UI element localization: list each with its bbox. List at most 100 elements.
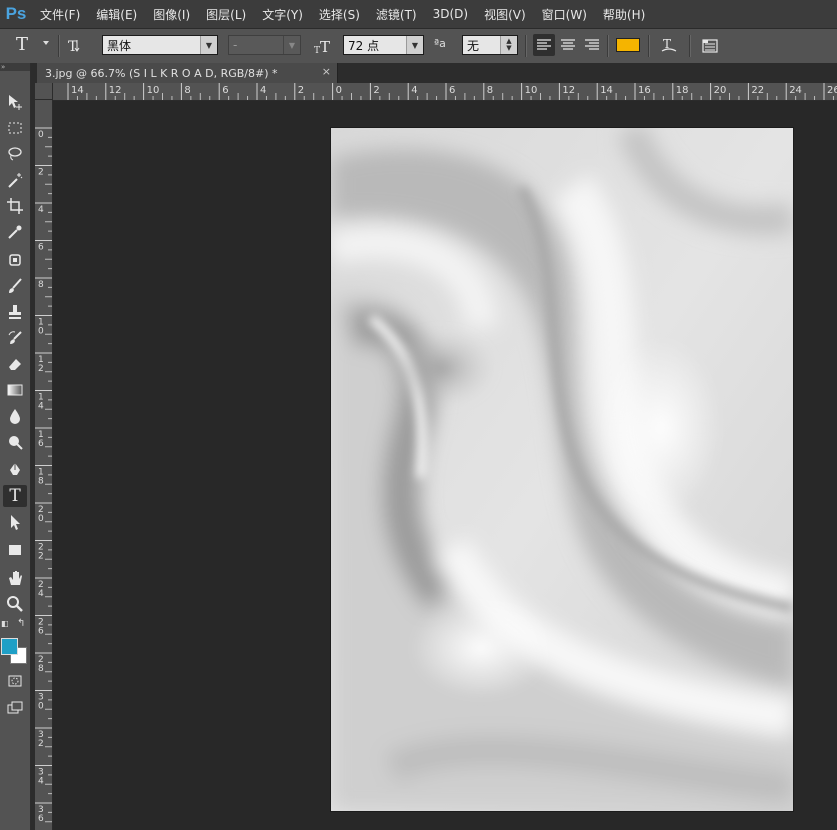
move-tool-icon[interactable] — [3, 91, 27, 113]
menu-file[interactable]: 文件(F) — [32, 6, 88, 23]
type-tool-preset-icon[interactable]: T — [16, 34, 28, 55]
menu-layer[interactable]: 图层(L) — [198, 6, 254, 23]
ruler-label: 4 — [411, 85, 417, 96]
ruler-label: 16 — [638, 85, 651, 96]
menu-view[interactable]: 视图(V) — [476, 6, 534, 23]
ruler-label: 18 — [676, 85, 689, 96]
ruler-label: 6 — [38, 439, 44, 449]
align-left-icon[interactable] — [533, 34, 555, 56]
options-separator — [648, 35, 650, 57]
lasso-tool-icon[interactable] — [3, 143, 27, 165]
document-tab-title: 3.jpg @ 66.7% (S I L K R O A D, RGB/8#) … — [45, 66, 278, 80]
menu-help[interactable]: 帮助(H) — [595, 6, 653, 23]
ruler-label: 4 — [38, 205, 44, 215]
ruler-label: 12 — [109, 85, 122, 96]
ruler-label: 14 — [71, 85, 84, 96]
horizontal-ruler-ticks: 141210864202468101214161820222426 — [67, 83, 837, 100]
menu-image[interactable]: 图像(I) — [145, 6, 198, 23]
svg-text:T: T — [314, 46, 320, 56]
font-family-value: 黑体 — [107, 38, 132, 53]
menu-type[interactable]: 文字(Y) — [254, 6, 311, 23]
align-center-icon[interactable] — [557, 34, 579, 56]
menu-edit[interactable]: 编辑(E) — [88, 6, 145, 23]
text-color-swatch[interactable] — [616, 38, 640, 52]
swap-colors-icon[interactable]: ↰ — [17, 618, 25, 629]
ruler-label: 20 — [714, 85, 727, 96]
ruler-label: 4 — [38, 777, 44, 787]
close-icon[interactable]: × — [322, 65, 331, 78]
marquee-tool-icon[interactable] — [3, 117, 27, 139]
zoom-tool-icon[interactable] — [3, 593, 27, 615]
menu-window[interactable]: 窗口(W) — [534, 6, 595, 23]
ruler-label: 8 — [38, 280, 44, 290]
menu-filter[interactable]: 滤镜(T) — [368, 6, 425, 23]
ruler-label: 2 — [298, 85, 304, 96]
document-tab[interactable]: 3.jpg @ 66.7% (S I L K R O A D, RGB/8#) … — [37, 63, 338, 83]
type-tool-icon[interactable]: T — [3, 485, 27, 507]
warp-text-icon[interactable]: T — [658, 34, 680, 56]
ruler-label: 6 — [38, 814, 44, 824]
menu-select[interactable]: 选择(S) — [311, 6, 368, 23]
document-image-silk[interactable] — [331, 128, 793, 811]
font-size-icon: TT — [314, 35, 336, 57]
eraser-tool-icon[interactable] — [3, 353, 27, 375]
antialias-icon: ªa — [434, 37, 446, 50]
menu-3d[interactable]: 3D(D) — [425, 7, 476, 21]
font-family-select[interactable]: 黑体 ▼ — [102, 35, 218, 55]
preset-chevron-down-icon[interactable] — [43, 41, 49, 45]
ruler-label: 2 — [38, 168, 44, 178]
photoshop-logo: Ps — [5, 4, 27, 23]
pen-tool-icon[interactable] — [3, 459, 27, 481]
history-brush-tool-icon[interactable] — [3, 327, 27, 349]
ruler-origin[interactable] — [35, 83, 53, 100]
horizontal-ruler[interactable]: 141210864202468101214161820222426 — [53, 83, 837, 101]
options-separator — [58, 35, 60, 57]
ruler-label: 8 — [38, 664, 44, 674]
ruler-label: 6 — [449, 85, 455, 96]
vertical-ruler[interactable]: 024681012141618202224262830323436 — [35, 100, 53, 830]
ruler-label: 0 — [38, 327, 44, 337]
svg-text:T: T — [320, 38, 330, 56]
ruler-label: 2 — [38, 739, 44, 749]
ruler-label: 0 — [38, 702, 44, 712]
character-panel-icon[interactable] — [699, 35, 721, 57]
crop-tool-icon[interactable] — [3, 195, 27, 217]
magic-wand-tool-icon[interactable] — [3, 169, 27, 191]
options-separator — [607, 35, 609, 57]
eyedropper-tool-icon[interactable] — [3, 221, 27, 243]
menu-bar: Ps 文件(F) 编辑(E) 图像(I) 图层(L) 文字(Y) 选择(S) 滤… — [0, 0, 837, 28]
ruler-label: 0 — [336, 85, 342, 96]
default-colors-icon[interactable]: ◧ — [1, 619, 9, 628]
antialias-value: 无 — [467, 38, 480, 53]
toolbox: » T ◧ ↰ — [0, 63, 31, 830]
align-right-icon[interactable] — [581, 34, 603, 56]
ruler-label: 2 — [38, 552, 44, 562]
font-size-select[interactable]: 72 点 ▼ — [343, 35, 424, 55]
path-selection-tool-icon[interactable] — [3, 511, 27, 533]
ruler-label: 10 — [525, 85, 538, 96]
hand-tool-icon[interactable] — [3, 567, 27, 589]
options-separator — [689, 35, 691, 57]
quick-mask-icon[interactable] — [3, 670, 27, 692]
ruler-label: 2 — [373, 85, 379, 96]
brush-tool-icon[interactable] — [3, 275, 27, 297]
collapse-toolbox-icon[interactable]: » — [0, 63, 30, 71]
dodge-tool-icon[interactable] — [3, 431, 27, 453]
font-style-select[interactable]: - ▼ — [228, 35, 301, 55]
clone-stamp-tool-icon[interactable] — [3, 301, 27, 323]
antialias-select[interactable]: 无 ▲ ▼ — [462, 35, 518, 55]
rectangle-tool-icon[interactable] — [3, 539, 27, 561]
toggle-text-orientation-icon[interactable]: T — [66, 36, 86, 56]
ruler-label: 12 — [562, 85, 575, 96]
foreground-color-swatch[interactable] — [1, 638, 18, 655]
stepper-arrows-icon: ▲ ▼ — [500, 36, 517, 54]
ruler-label: 0 — [38, 514, 44, 524]
screen-mode-icon[interactable] — [3, 697, 27, 719]
ruler-label: 6 — [38, 627, 44, 637]
spot-healing-tool-icon[interactable] — [3, 249, 27, 271]
gradient-tool-icon[interactable] — [3, 379, 27, 401]
blur-tool-icon[interactable] — [3, 405, 27, 427]
ruler-label: 22 — [751, 85, 764, 96]
ruler-label: 8 — [184, 85, 190, 96]
ruler-label: 10 — [147, 85, 160, 96]
